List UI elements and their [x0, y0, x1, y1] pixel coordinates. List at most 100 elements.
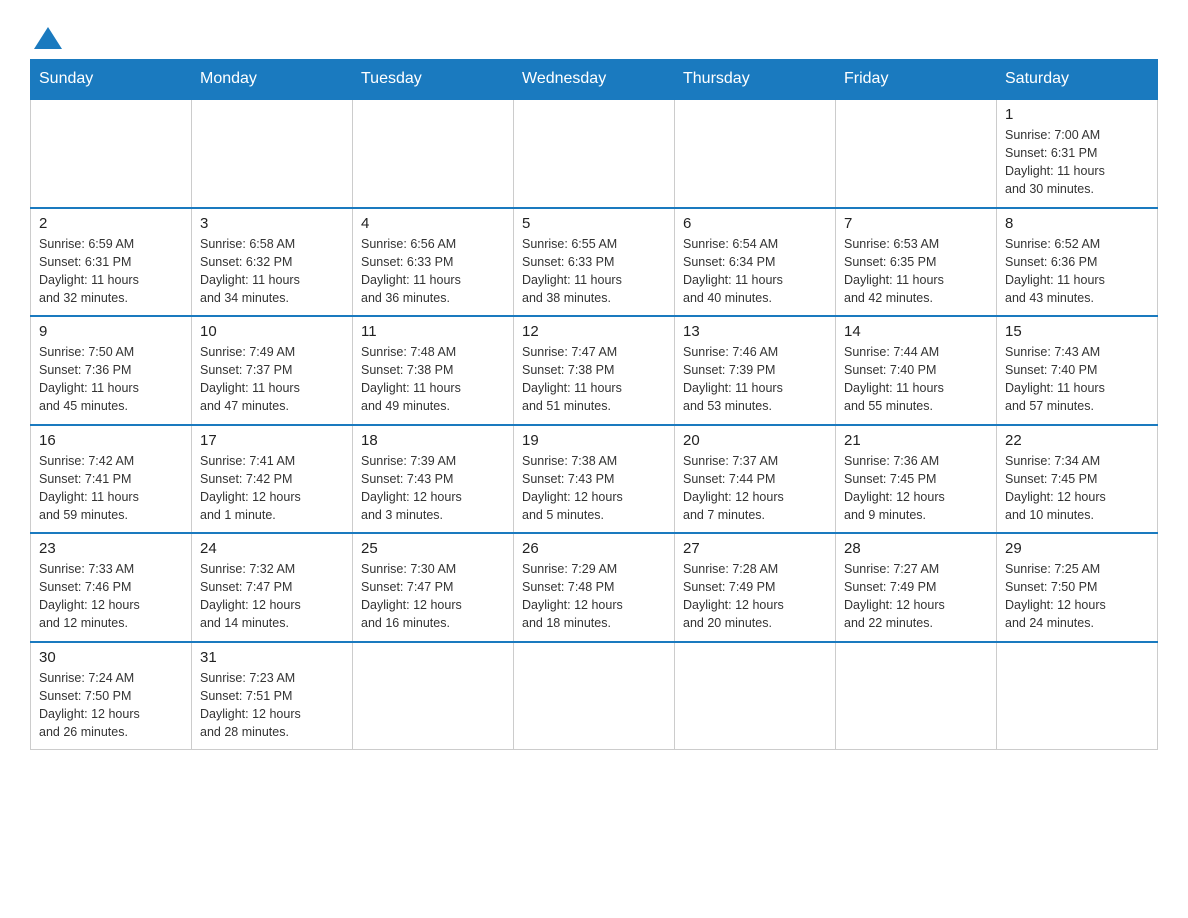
- day-number: 9: [39, 323, 183, 340]
- calendar-cell: 12 Sunrise: 7:47 AMSunset: 7:38 PMDayligh…: [514, 316, 675, 425]
- calendar-cell: 8 Sunrise: 6:52 AMSunset: 6:36 PMDaylight…: [997, 208, 1158, 317]
- day-info: Sunrise: 6:56 AMSunset: 6:33 PMDaylight:…: [361, 235, 505, 308]
- day-info: Sunrise: 6:59 AMSunset: 6:31 PMDaylight:…: [39, 235, 183, 308]
- day-number: 11: [361, 323, 505, 340]
- day-info: Sunrise: 7:34 AMSunset: 7:45 PMDaylight:…: [1005, 452, 1149, 525]
- weekday-header-wednesday: Wednesday: [514, 60, 675, 100]
- weekday-header-saturday: Saturday: [997, 60, 1158, 100]
- day-number: 13: [683, 323, 827, 340]
- day-info: Sunrise: 7:30 AMSunset: 7:47 PMDaylight:…: [361, 560, 505, 633]
- calendar-cell: 18 Sunrise: 7:39 AMSunset: 7:43 PMDayligh…: [353, 425, 514, 534]
- calendar-cell: 19 Sunrise: 7:38 AMSunset: 7:43 PMDayligh…: [514, 425, 675, 534]
- calendar-cell: [836, 99, 997, 208]
- day-info: Sunrise: 7:23 AMSunset: 7:51 PMDaylight:…: [200, 669, 344, 742]
- calendar-cell: 15 Sunrise: 7:43 AMSunset: 7:40 PMDayligh…: [997, 316, 1158, 425]
- day-info: Sunrise: 7:24 AMSunset: 7:50 PMDaylight:…: [39, 669, 183, 742]
- calendar-week-row: 9 Sunrise: 7:50 AMSunset: 7:36 PMDaylight…: [31, 316, 1158, 425]
- calendar-cell: [514, 642, 675, 750]
- day-number: 19: [522, 432, 666, 449]
- calendar-cell: 5Sunrise: 6:55 AMSunset: 6:33 PMDaylight…: [514, 208, 675, 317]
- calendar-cell: [353, 99, 514, 208]
- weekday-header-monday: Monday: [192, 60, 353, 100]
- calendar-week-row: 16 Sunrise: 7:42 AMSunset: 7:41 PMDayligh…: [31, 425, 1158, 534]
- day-info: Sunrise: 7:00 AMSunset: 6:31 PMDaylight:…: [1005, 126, 1149, 199]
- calendar-cell: [675, 99, 836, 208]
- day-info: Sunrise: 7:38 AMSunset: 7:43 PMDaylight:…: [522, 452, 666, 525]
- day-number: 16: [39, 432, 183, 449]
- calendar-cell: 7 Sunrise: 6:53 AMSunset: 6:35 PMDaylight…: [836, 208, 997, 317]
- calendar-cell: 27Sunrise: 7:28 AMSunset: 7:49 PMDayligh…: [675, 533, 836, 642]
- weekday-header-friday: Friday: [836, 60, 997, 100]
- calendar-cell: 16 Sunrise: 7:42 AMSunset: 7:41 PMDayligh…: [31, 425, 192, 534]
- day-number: 20: [683, 432, 827, 449]
- weekday-header-sunday: Sunday: [31, 60, 192, 100]
- day-info: Sunrise: 7:48 AMSunset: 7:38 PMDaylight:…: [361, 343, 505, 416]
- day-info: Sunrise: 6:53 AMSunset: 6:35 PMDaylight:…: [844, 235, 988, 308]
- day-number: 21: [844, 432, 988, 449]
- day-number: 4: [361, 215, 505, 232]
- day-info: Sunrise: 7:33 AMSunset: 7:46 PMDaylight:…: [39, 560, 183, 633]
- day-info: Sunrise: 7:44 AMSunset: 7:40 PMDaylight:…: [844, 343, 988, 416]
- calendar-cell: 13Sunrise: 7:46 AMSunset: 7:39 PMDayligh…: [675, 316, 836, 425]
- day-info: Sunrise: 7:32 AMSunset: 7:47 PMDaylight:…: [200, 560, 344, 633]
- calendar-cell: 22 Sunrise: 7:34 AMSunset: 7:45 PMDayligh…: [997, 425, 1158, 534]
- day-number: 24: [200, 540, 344, 557]
- calendar-cell: 17 Sunrise: 7:41 AMSunset: 7:42 PMDayligh…: [192, 425, 353, 534]
- day-number: 12: [522, 323, 666, 340]
- calendar-cell: 29Sunrise: 7:25 AMSunset: 7:50 PMDayligh…: [997, 533, 1158, 642]
- day-number: 26: [522, 540, 666, 557]
- day-info: Sunrise: 7:41 AMSunset: 7:42 PMDaylight:…: [200, 452, 344, 525]
- calendar-week-row: 30Sunrise: 7:24 AMSunset: 7:50 PMDayligh…: [31, 642, 1158, 750]
- logo-triangle-icon: [34, 27, 62, 49]
- day-info: Sunrise: 7:25 AMSunset: 7:50 PMDaylight:…: [1005, 560, 1149, 633]
- calendar-cell: 28Sunrise: 7:27 AMSunset: 7:49 PMDayligh…: [836, 533, 997, 642]
- day-number: 3: [200, 215, 344, 232]
- day-info: Sunrise: 7:36 AMSunset: 7:45 PMDaylight:…: [844, 452, 988, 525]
- day-number: 18: [361, 432, 505, 449]
- day-number: 15: [1005, 323, 1149, 340]
- day-number: 17: [200, 432, 344, 449]
- day-number: 2: [39, 215, 183, 232]
- calendar-table: SundayMondayTuesdayWednesdayThursdayFrid…: [30, 59, 1158, 750]
- calendar-week-row: 1 Sunrise: 7:00 AMSunset: 6:31 PMDaylight…: [31, 99, 1158, 208]
- day-info: Sunrise: 7:27 AMSunset: 7:49 PMDaylight:…: [844, 560, 988, 633]
- day-number: 7: [844, 215, 988, 232]
- day-info: Sunrise: 7:39 AMSunset: 7:43 PMDaylight:…: [361, 452, 505, 525]
- day-info: Sunrise: 7:43 AMSunset: 7:40 PMDaylight:…: [1005, 343, 1149, 416]
- day-info: Sunrise: 6:58 AMSunset: 6:32 PMDaylight:…: [200, 235, 344, 308]
- day-number: 25: [361, 540, 505, 557]
- day-info: Sunrise: 7:47 AMSunset: 7:38 PMDaylight:…: [522, 343, 666, 416]
- day-info: Sunrise: 7:50 AMSunset: 7:36 PMDaylight:…: [39, 343, 183, 416]
- day-number: 1: [1005, 106, 1149, 123]
- calendar-cell: 14 Sunrise: 7:44 AMSunset: 7:40 PMDayligh…: [836, 316, 997, 425]
- calendar-cell: 2 Sunrise: 6:59 AMSunset: 6:31 PMDaylight…: [31, 208, 192, 317]
- calendar-cell: 21 Sunrise: 7:36 AMSunset: 7:45 PMDayligh…: [836, 425, 997, 534]
- calendar-cell: 4 Sunrise: 6:56 AMSunset: 6:33 PMDaylight…: [353, 208, 514, 317]
- day-info: Sunrise: 6:52 AMSunset: 6:36 PMDaylight:…: [1005, 235, 1149, 308]
- calendar-cell: [353, 642, 514, 750]
- day-number: 8: [1005, 215, 1149, 232]
- day-number: 14: [844, 323, 988, 340]
- day-info: Sunrise: 7:37 AMSunset: 7:44 PMDaylight:…: [683, 452, 827, 525]
- calendar-cell: [514, 99, 675, 208]
- day-info: Sunrise: 7:42 AMSunset: 7:41 PMDaylight:…: [39, 452, 183, 525]
- calendar-cell: 23Sunrise: 7:33 AMSunset: 7:46 PMDayligh…: [31, 533, 192, 642]
- day-info: Sunrise: 7:49 AMSunset: 7:37 PMDaylight:…: [200, 343, 344, 416]
- calendar-cell: 24 Sunrise: 7:32 AMSunset: 7:47 PMDayligh…: [192, 533, 353, 642]
- day-number: 5: [522, 215, 666, 232]
- calendar-cell: 9 Sunrise: 7:50 AMSunset: 7:36 PMDaylight…: [31, 316, 192, 425]
- calendar-cell: [997, 642, 1158, 750]
- day-number: 31: [200, 649, 344, 666]
- calendar-cell: 26Sunrise: 7:29 AMSunset: 7:48 PMDayligh…: [514, 533, 675, 642]
- day-info: Sunrise: 6:54 AMSunset: 6:34 PMDaylight:…: [683, 235, 827, 308]
- calendar-cell: [675, 642, 836, 750]
- calendar-cell: [192, 99, 353, 208]
- logo: [30, 20, 62, 49]
- day-number: 22: [1005, 432, 1149, 449]
- page-header: [30, 20, 1158, 49]
- day-number: 10: [200, 323, 344, 340]
- calendar-cell: 20 Sunrise: 7:37 AMSunset: 7:44 PMDayligh…: [675, 425, 836, 534]
- calendar-cell: [31, 99, 192, 208]
- weekday-header-thursday: Thursday: [675, 60, 836, 100]
- calendar-week-row: 23Sunrise: 7:33 AMSunset: 7:46 PMDayligh…: [31, 533, 1158, 642]
